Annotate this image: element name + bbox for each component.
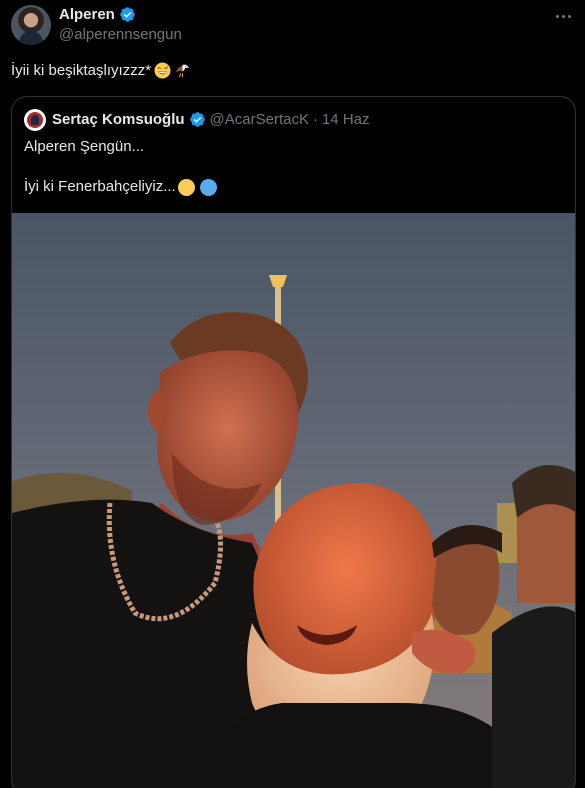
author-display-name[interactable]: Alperen	[59, 6, 115, 23]
meta-separator: ·	[312, 111, 318, 128]
quoted-tweet-line-2-row: İyi ki Fenerbahçeliyiz...	[24, 177, 217, 197]
verified-badge-icon[interactable]	[189, 111, 206, 128]
tweet: Alperen @alperennsengun İyii ki beşiktaş…	[0, 0, 585, 788]
quoted-tweet[interactable]: Sertaç Komsuoğlu @AcarSertacK · 14 Haz A…	[11, 96, 576, 788]
quoted-tweet-text: Alperen Şengün... İyi ki Fenerbahçeliyiz…	[24, 137, 217, 197]
verified-badge-icon[interactable]	[119, 6, 136, 23]
blue-circle-emoji-icon	[199, 178, 217, 196]
author-row: Alperen	[59, 6, 136, 23]
quoted-tweet-line-1: Alperen Şengün...	[24, 138, 145, 155]
quoted-tweet-line-2: İyi ki Fenerbahçeliyiz...	[24, 178, 176, 195]
quoted-author-row: Sertaç Komsuoğlu @AcarSertacK · 14 Haz	[52, 111, 370, 128]
more-options-icon[interactable]	[553, 8, 573, 24]
tweet-text-content: İyii ki beşiktaşlıyızzz*	[11, 62, 152, 79]
author-avatar[interactable]	[11, 5, 51, 45]
quoted-author-display-name[interactable]: Sertaç Komsuoğlu	[52, 111, 185, 128]
quoted-author-handle[interactable]: @AcarSertacK	[210, 111, 309, 128]
tweet-text: İyii ki beşiktaşlıyızzz*	[11, 62, 191, 79]
author-handle[interactable]: @alperennsengun	[59, 26, 182, 43]
quoted-tweet-photo[interactable]	[12, 213, 576, 788]
grinning-sweat-emoji-icon	[154, 62, 171, 79]
quoted-author-avatar[interactable]	[24, 109, 46, 131]
quoted-tweet-date[interactable]: 14 Haz	[322, 111, 370, 128]
yellow-circle-emoji-icon	[177, 178, 195, 196]
eagle-emoji-icon	[175, 64, 190, 78]
